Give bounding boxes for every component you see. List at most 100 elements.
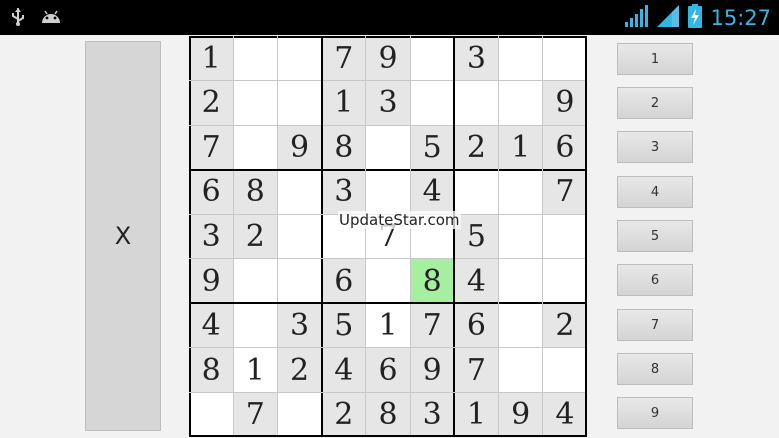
sudoku-cell-r2-c2[interactable] [233, 81, 277, 126]
clear-cell-button[interactable]: X [85, 41, 161, 431]
grid-horizontal-line [189, 435, 587, 437]
sudoku-cell-r1-c4[interactable]: 7 [321, 36, 366, 81]
sudoku-cell-r9-c4[interactable]: 2 [321, 392, 366, 437]
sudoku-cell-r2-c7[interactable] [454, 81, 498, 126]
sudoku-cell-r3-c9[interactable]: 6 [542, 125, 587, 170]
sudoku-cell-r5-c9[interactable] [543, 214, 587, 259]
sudoku-cell-r9-c9[interactable]: 4 [542, 392, 587, 437]
grid-horizontal-line [189, 80, 587, 82]
grid-vertical-line [232, 36, 234, 437]
sudoku-cell-r4-c7[interactable] [454, 170, 498, 215]
sudoku-cell-r1-c7[interactable]: 3 [454, 36, 499, 81]
sudoku-cell-r7-c6[interactable]: 7 [410, 303, 455, 348]
sudoku-cell-r1-c8[interactable] [499, 36, 543, 81]
sudoku-cell-r2-c6[interactable] [410, 81, 454, 126]
sudoku-cell-r4-c2[interactable]: 8 [233, 169, 278, 215]
sudoku-cell-r7-c7[interactable]: 6 [454, 303, 499, 348]
sudoku-cell-r5-c7[interactable]: 5 [454, 214, 499, 259]
sudoku-cell-r1-c2[interactable] [233, 36, 277, 81]
sudoku-cell-r4-c8[interactable] [499, 170, 543, 215]
sudoku-cell-r8-c6[interactable]: 9 [410, 347, 455, 393]
sudoku-cell-r6-c6[interactable]: 8 [410, 258, 455, 304]
sudoku-cell-r3-c5[interactable] [366, 125, 410, 170]
sudoku-cell-r2-c3[interactable] [277, 81, 321, 126]
sudoku-cell-r9-c2[interactable]: 7 [233, 392, 278, 437]
sudoku-cell-r3-c8[interactable]: 1 [498, 125, 543, 170]
sudoku-cell-r9-c8[interactable]: 9 [498, 392, 543, 437]
grid-horizontal-line [189, 36, 587, 38]
sudoku-cell-r6-c7[interactable]: 4 [454, 258, 499, 304]
number-button-6[interactable]: 6 [617, 264, 693, 296]
number-button-5[interactable]: 5 [617, 220, 693, 252]
sudoku-cell-r5-c8[interactable] [499, 214, 543, 259]
grid-horizontal-line [189, 391, 587, 393]
sudoku-cell-r3-c7[interactable]: 2 [454, 125, 499, 170]
sudoku-cell-r8-c8[interactable] [499, 348, 543, 393]
sudoku-cell-r6-c2[interactable] [233, 259, 277, 304]
sudoku-cell-r2-c4[interactable]: 1 [321, 80, 366, 126]
sudoku-cell-r2-c1[interactable]: 2 [189, 80, 234, 126]
number-button-1[interactable]: 1 [617, 43, 693, 75]
grid-horizontal-line [189, 302, 587, 305]
sudoku-cell-r5-c1[interactable]: 3 [189, 214, 234, 259]
sudoku-cell-r8-c9[interactable] [543, 348, 587, 393]
sudoku-cell-r6-c9[interactable] [543, 259, 587, 304]
sudoku-cell-r2-c9[interactable]: 9 [542, 80, 587, 126]
sudoku-cell-r7-c8[interactable] [499, 303, 543, 348]
sudoku-cell-r4-c5[interactable] [366, 170, 410, 215]
sudoku-cell-r4-c9[interactable]: 7 [542, 169, 587, 215]
sudoku-cell-r4-c4[interactable]: 3 [321, 169, 366, 215]
grid-vertical-line [498, 36, 500, 437]
sudoku-cell-r9-c1[interactable] [189, 392, 233, 437]
sudoku-cell-r6-c3[interactable] [277, 259, 321, 304]
sudoku-cell-r4-c1[interactable]: 6 [189, 169, 234, 215]
sudoku-cell-r5-c3[interactable] [277, 214, 321, 259]
sudoku-cell-r4-c3[interactable] [277, 170, 321, 215]
number-button-3[interactable]: 3 [617, 131, 693, 163]
sudoku-cell-r2-c8[interactable] [499, 81, 543, 126]
sudoku-cell-r9-c6[interactable]: 3 [410, 392, 455, 437]
number-button-2[interactable]: 2 [617, 87, 693, 119]
cell-signal-icon [656, 4, 680, 32]
number-button-8[interactable]: 8 [617, 353, 693, 385]
sudoku-cell-r7-c4[interactable]: 5 [321, 303, 366, 348]
sudoku-cell-r7-c5[interactable]: 1 [366, 303, 410, 348]
sudoku-cell-r1-c3[interactable] [277, 36, 321, 81]
sudoku-cell-r9-c3[interactable] [277, 392, 321, 437]
sudoku-cell-r8-c4[interactable]: 4 [321, 347, 366, 393]
sudoku-cell-r4-c6[interactable]: 4 [410, 169, 455, 215]
sudoku-cell-r9-c7[interactable]: 1 [454, 392, 499, 437]
sudoku-cell-r1-c6[interactable] [410, 36, 454, 81]
number-button-7[interactable]: 7 [617, 309, 693, 341]
sudoku-cell-r7-c1[interactable]: 4 [189, 303, 234, 348]
sudoku-cell-r8-c2[interactable]: 1 [233, 348, 277, 393]
sudoku-cell-r3-c1[interactable]: 7 [189, 125, 234, 170]
sudoku-cell-r2-c5[interactable]: 3 [365, 80, 411, 126]
sudoku-cell-r7-c3[interactable]: 3 [277, 303, 322, 348]
sudoku-cell-r5-c2[interactable]: 2 [233, 214, 278, 259]
usb-icon [10, 7, 26, 31]
grid-vertical-line [320, 36, 323, 437]
sudoku-cell-r9-c5[interactable]: 8 [365, 392, 411, 437]
sudoku-cell-r3-c4[interactable]: 8 [321, 125, 366, 170]
sudoku-cell-r6-c1[interactable]: 9 [189, 258, 234, 304]
sudoku-cell-r1-c5[interactable]: 9 [365, 36, 411, 81]
sudoku-cell-r8-c3[interactable]: 2 [277, 347, 322, 393]
sudoku-cell-r6-c5[interactable] [366, 259, 410, 304]
sudoku-cell-r3-c6[interactable]: 5 [410, 125, 455, 170]
sudoku-cell-r3-c3[interactable]: 9 [277, 125, 322, 170]
sudoku-grid: 1793213979852166834732759684435176281246… [189, 36, 587, 437]
sudoku-cell-r6-c8[interactable] [499, 259, 543, 304]
sudoku-cell-r6-c4[interactable]: 6 [321, 258, 366, 304]
sudoku-cell-r8-c1[interactable]: 8 [189, 347, 234, 393]
sudoku-cell-r7-c2[interactable] [233, 303, 277, 348]
sudoku-cell-r1-c9[interactable] [543, 36, 587, 81]
sudoku-cell-r8-c5[interactable]: 6 [365, 347, 411, 393]
sudoku-cell-r8-c7[interactable]: 7 [454, 347, 499, 393]
sudoku-cell-r7-c9[interactable]: 2 [542, 303, 587, 348]
number-button-9[interactable]: 9 [617, 397, 693, 429]
sudoku-cell-r3-c2[interactable] [233, 125, 277, 170]
sudoku-cell-r1-c1[interactable]: 1 [189, 36, 234, 81]
number-button-4[interactable]: 4 [617, 176, 693, 208]
battery-charging-icon [688, 4, 703, 32]
